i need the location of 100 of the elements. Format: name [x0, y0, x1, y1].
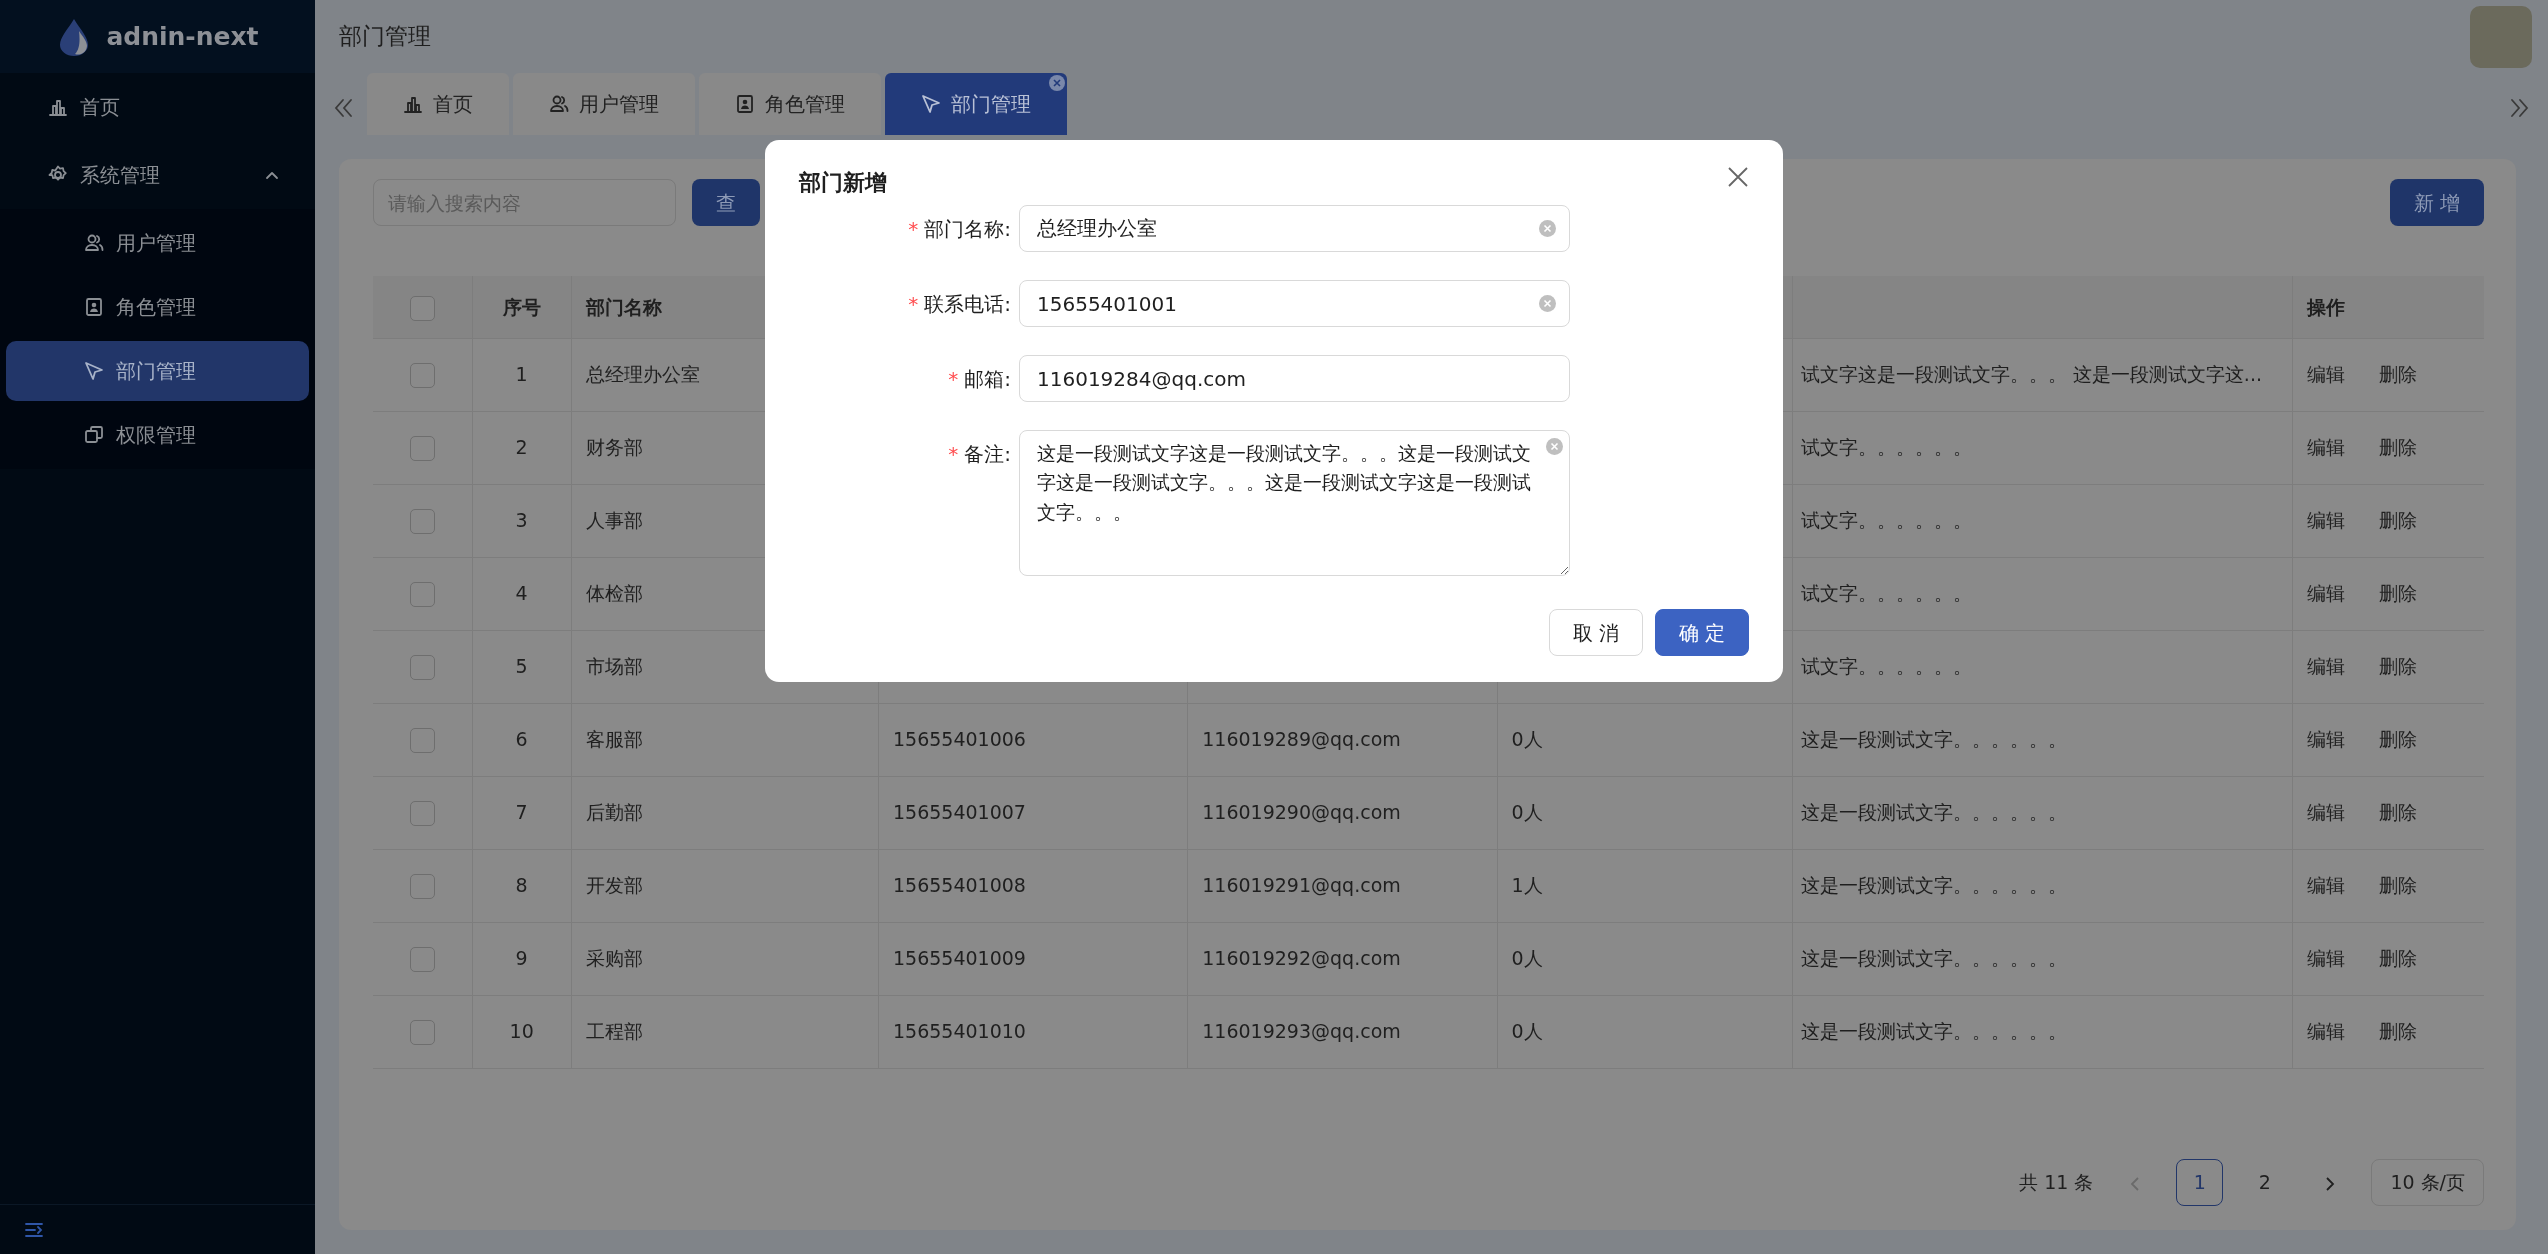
action-link[interactable]: 编辑 [2307, 728, 2346, 751]
tab[interactable]: 角色管理 [699, 73, 881, 135]
table-cell: 0人 [1511, 947, 1543, 970]
checkbox[interactable] [409, 295, 435, 321]
app-logo-text: adnin-next [106, 20, 259, 53]
tab[interactable]: 用户管理 [513, 73, 695, 135]
action-link[interactable]: 删除 [2379, 509, 2418, 532]
table-cell: 8 [515, 874, 528, 897]
table-cell: 0人 [1511, 801, 1543, 824]
action-link[interactable]: 删除 [2379, 655, 2418, 678]
clear-icon[interactable] [1539, 295, 1556, 312]
action-link[interactable]: 删除 [2379, 363, 2418, 386]
action-link[interactable]: 删除 [2379, 436, 2418, 459]
photo-placeholder [2470, 5, 2532, 68]
column-header: 部门名称 [585, 295, 662, 318]
add-button[interactable]: 新 增 [2389, 179, 2484, 226]
checkbox[interactable] [409, 801, 435, 827]
page-button[interactable]: 2 [2241, 1159, 2289, 1206]
clear-icon[interactable] [1539, 220, 1556, 237]
bar-chart-icon [48, 97, 68, 117]
table-cell: 人事部 [585, 509, 643, 532]
menu-item[interactable]: 部门管理 [6, 341, 309, 401]
input-field[interactable]: 15655401001 [1019, 280, 1570, 327]
dialog-title: 部门新增 [799, 169, 887, 197]
close-icon[interactable] [1049, 75, 1065, 91]
action-link[interactable]: 删除 [2379, 582, 2418, 605]
chevron-up-icon [265, 170, 279, 180]
double-chevron-left-icon[interactable] [333, 97, 355, 119]
input-field[interactable]: 116019284@qq.com [1019, 355, 1570, 402]
table-cell: 15655401010 [892, 1020, 1026, 1043]
table-cell: 15655401007 [892, 801, 1026, 824]
menu-item[interactable]: 用户管理 [6, 213, 309, 273]
action-link[interactable]: 编辑 [2307, 436, 2346, 459]
action-link[interactable]: 编辑 [2307, 947, 2346, 970]
checkbox[interactable] [409, 509, 435, 535]
table-cell: 116019289@qq.com [1202, 728, 1401, 751]
checkbox[interactable] [409, 1020, 435, 1046]
table-cell: 工程部 [585, 1020, 643, 1043]
confirm-button[interactable]: 确 定 [1655, 609, 1749, 656]
checkbox[interactable] [409, 728, 435, 754]
action-link[interactable]: 编辑 [2307, 655, 2346, 678]
table-cell: 10 [509, 1020, 534, 1043]
table-cell: 试文字。。。。。。 [1800, 436, 1972, 459]
page-button[interactable]: 1 [2176, 1159, 2224, 1206]
action-link[interactable]: 编辑 [2307, 1020, 2346, 1043]
table-cell: 7 [515, 801, 528, 824]
table-cell: 116019290@qq.com [1202, 801, 1401, 824]
table-cell: 15655401008 [892, 874, 1026, 897]
required-mark: * [908, 292, 919, 316]
menu-item[interactable]: 权限管理 [6, 405, 309, 465]
action-link[interactable]: 编辑 [2307, 801, 2346, 824]
table-cell: 15655401006 [892, 728, 1026, 751]
menu-item[interactable]: 系统管理 [6, 145, 309, 205]
checkbox[interactable] [409, 436, 435, 462]
total-count: 共 11 条 [2019, 1170, 2094, 1196]
input-field[interactable]: 总经理办公室 [1019, 205, 1570, 252]
text-area[interactable]: 这是一段测试文字这是一段测试文字。。。这是一段测试文字这是一段测试文字。。。这是一段测试文字这是一段测试文字。。。 [1019, 430, 1570, 576]
table-cell: 4 [515, 582, 528, 605]
table-cell: 0人 [1511, 1020, 1543, 1043]
action-link[interactable]: 删除 [2379, 1020, 2418, 1043]
field-label: 联系电话: [924, 292, 1011, 316]
query-button[interactable]: 查 [692, 179, 760, 226]
action-link[interactable]: 编辑 [2307, 874, 2346, 897]
menu-fold-icon[interactable] [24, 1220, 44, 1239]
pointer-icon [84, 361, 104, 381]
chevron-right-icon [2324, 1175, 2335, 1192]
table-cell: 1 [515, 363, 528, 386]
cancel-button[interactable]: 取 消 [1549, 609, 1643, 656]
page-title: 部门管理 [339, 22, 431, 52]
close-icon[interactable] [1727, 166, 1749, 188]
table-cell: 体检部 [585, 582, 643, 605]
page-size-select[interactable]: 10 条/页 [2371, 1159, 2484, 1206]
table-cell: 3 [515, 509, 528, 532]
tab[interactable]: 部门管理 [885, 73, 1067, 135]
table-cell: 这是一段测试文字。。。。。。 [1800, 874, 2067, 897]
action-link[interactable]: 删除 [2379, 874, 2418, 897]
table-cell: 财务部 [585, 436, 643, 459]
tab[interactable]: 首页 [367, 73, 509, 135]
action-link[interactable]: 编辑 [2307, 363, 2346, 386]
field-label: 邮箱: [964, 367, 1011, 391]
table-cell: 这是一段测试文字。。。。。。 [1800, 801, 2067, 824]
checkbox[interactable] [409, 947, 435, 973]
action-link[interactable]: 编辑 [2307, 582, 2346, 605]
checkbox[interactable] [409, 363, 435, 389]
checkbox[interactable] [409, 582, 435, 608]
double-chevron-right-icon[interactable] [2508, 97, 2530, 119]
checkbox[interactable] [409, 655, 435, 681]
action-link[interactable]: 编辑 [2307, 509, 2346, 532]
copy-icon [84, 425, 104, 445]
action-link[interactable]: 删除 [2379, 801, 2418, 824]
menu-item[interactable]: 角色管理 [6, 277, 309, 337]
table-cell: 采购部 [585, 947, 643, 970]
pointer-icon [921, 94, 941, 114]
menu-item[interactable]: 首页 [6, 77, 309, 137]
clear-icon[interactable] [1546, 438, 1563, 455]
table-cell: 2 [515, 436, 528, 459]
checkbox[interactable] [409, 874, 435, 900]
table-cell: 这是一段测试文字。。。。。。 [1800, 947, 2067, 970]
action-link[interactable]: 删除 [2379, 947, 2418, 970]
action-link[interactable]: 删除 [2379, 728, 2418, 751]
